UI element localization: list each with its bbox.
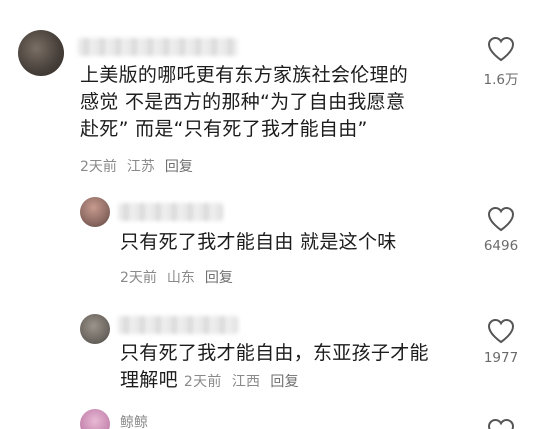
like-button[interactable]: 1977: [471, 318, 531, 366]
comment-location: 江西: [231, 374, 261, 390]
heart-icon: [487, 36, 515, 62]
reply-button[interactable]: 回复: [165, 159, 193, 175]
heart-icon: [487, 206, 515, 232]
comment-time: 2天前: [120, 270, 157, 286]
reply-button[interactable]: 回复: [270, 374, 299, 390]
comment-line: 上美版的哪吒更有东方家族社会伦理的: [80, 64, 409, 86]
avatar[interactable]: [80, 197, 110, 227]
avatar[interactable]: [80, 314, 110, 344]
heart-icon: [487, 418, 515, 429]
like-button[interactable]: 6496: [471, 206, 531, 254]
comment-line-with-meta: 理解吧 2天前 江西 回复: [120, 367, 465, 396]
comment-text: 只有死了我才能自由 就是这个味: [120, 229, 460, 256]
username-blurred[interactable]: [118, 203, 223, 221]
comment-time: 2天前: [183, 374, 222, 390]
avatar[interactable]: [18, 30, 64, 76]
avatar[interactable]: [80, 409, 110, 429]
comment-line: 感觉 不是西方的那种“为了自由我愿意: [80, 91, 406, 113]
like-count: 1.6万: [483, 72, 519, 88]
comment-meta: 2天前 山东 回复: [120, 267, 243, 287]
comment-line: 只有死了我才能自由 就是这个味: [120, 231, 397, 253]
like-count: 6496: [483, 238, 519, 254]
comment-meta: 2天前 江苏 回复: [80, 156, 203, 176]
comment-text: 上美版的哪吒更有东方家族社会伦理的 感觉 不是西方的那种“为了自由我愿意 赴死”…: [80, 62, 460, 143]
reply-button[interactable]: 回复: [205, 270, 233, 286]
username-blurred[interactable]: [118, 316, 238, 334]
username[interactable]: 鲸鲸: [120, 412, 148, 429]
like-button[interactable]: 1.6万: [471, 36, 531, 88]
like-button[interactable]: [471, 418, 531, 429]
like-count: 1977: [483, 350, 519, 366]
comment-location: 江苏: [126, 159, 155, 175]
comment-line: 赴死” 而是“只有死了我才能自由”: [80, 118, 368, 140]
comment-line: 只有死了我才能自由，东亚孩子才能: [120, 342, 429, 364]
heart-icon: [487, 318, 515, 344]
comment-meta: 2天前 江西 回复: [184, 369, 309, 396]
comment-line: 理解吧: [120, 369, 178, 391]
username-blurred[interactable]: [78, 38, 238, 56]
comment-text: 只有死了我才能自由，东亚孩子才能 理解吧 2天前 江西 回复: [120, 340, 465, 396]
comment-time: 2天前: [80, 159, 117, 175]
comment-location: 山东: [166, 270, 195, 286]
